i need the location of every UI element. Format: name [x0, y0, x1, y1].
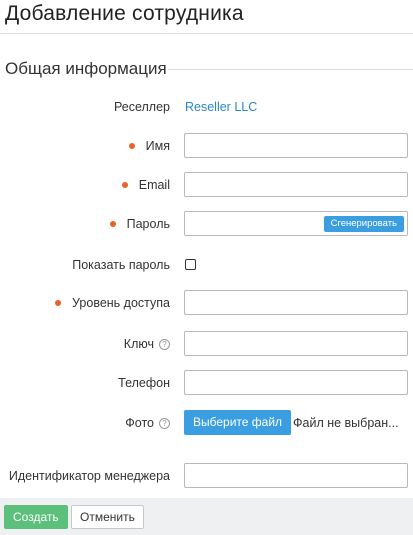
title-divider	[0, 33, 413, 34]
key-input[interactable]	[184, 331, 408, 356]
required-indicator	[55, 300, 62, 306]
question-circle-icon[interactable]: ?	[159, 417, 170, 429]
file-status-text: Файл не выбран...	[293, 416, 399, 430]
access-level-label: Уровень доступа	[55, 296, 170, 310]
name-input[interactable]	[184, 133, 408, 158]
show-password-checkbox[interactable]	[185, 259, 196, 270]
reseller-label: Реселлер	[113, 100, 170, 114]
question-circle-icon[interactable]: ?	[159, 338, 170, 350]
section-title: Общая информация	[5, 59, 167, 78]
email-label: Email	[121, 178, 170, 192]
required-indicator	[109, 221, 116, 227]
cancel-button[interactable]: Отменить	[71, 505, 144, 529]
required-indicator	[128, 143, 135, 149]
phone-label: Телефон	[118, 376, 170, 390]
manager-id-label: Идентификатор менеджера	[8, 469, 170, 483]
name-label: Имя	[128, 139, 170, 153]
phone-input[interactable]	[184, 370, 408, 395]
reseller-link[interactable]: Reseller LLC	[185, 100, 257, 114]
password-label: Пароль	[109, 217, 170, 231]
show-password-label: Показать пароль	[72, 258, 170, 272]
choose-file-button[interactable]: Выберите файл	[184, 410, 292, 435]
page-title: Добавление сотрудника	[5, 2, 244, 25]
create-button[interactable]: Создать	[4, 505, 68, 529]
photo-label: Фото ?	[125, 416, 170, 430]
generate-password-button[interactable]: Сгенерировать	[323, 216, 404, 232]
manager-id-input[interactable]	[184, 463, 408, 488]
key-label: Ключ ?	[124, 337, 170, 351]
access-level-select[interactable]	[184, 290, 408, 315]
required-indicator	[121, 182, 128, 188]
section-divider	[168, 69, 413, 70]
email-input[interactable]	[184, 172, 408, 197]
password-input[interactable]: Сгенерировать	[184, 211, 408, 236]
form-footer: Создать Отменить	[0, 498, 413, 535]
